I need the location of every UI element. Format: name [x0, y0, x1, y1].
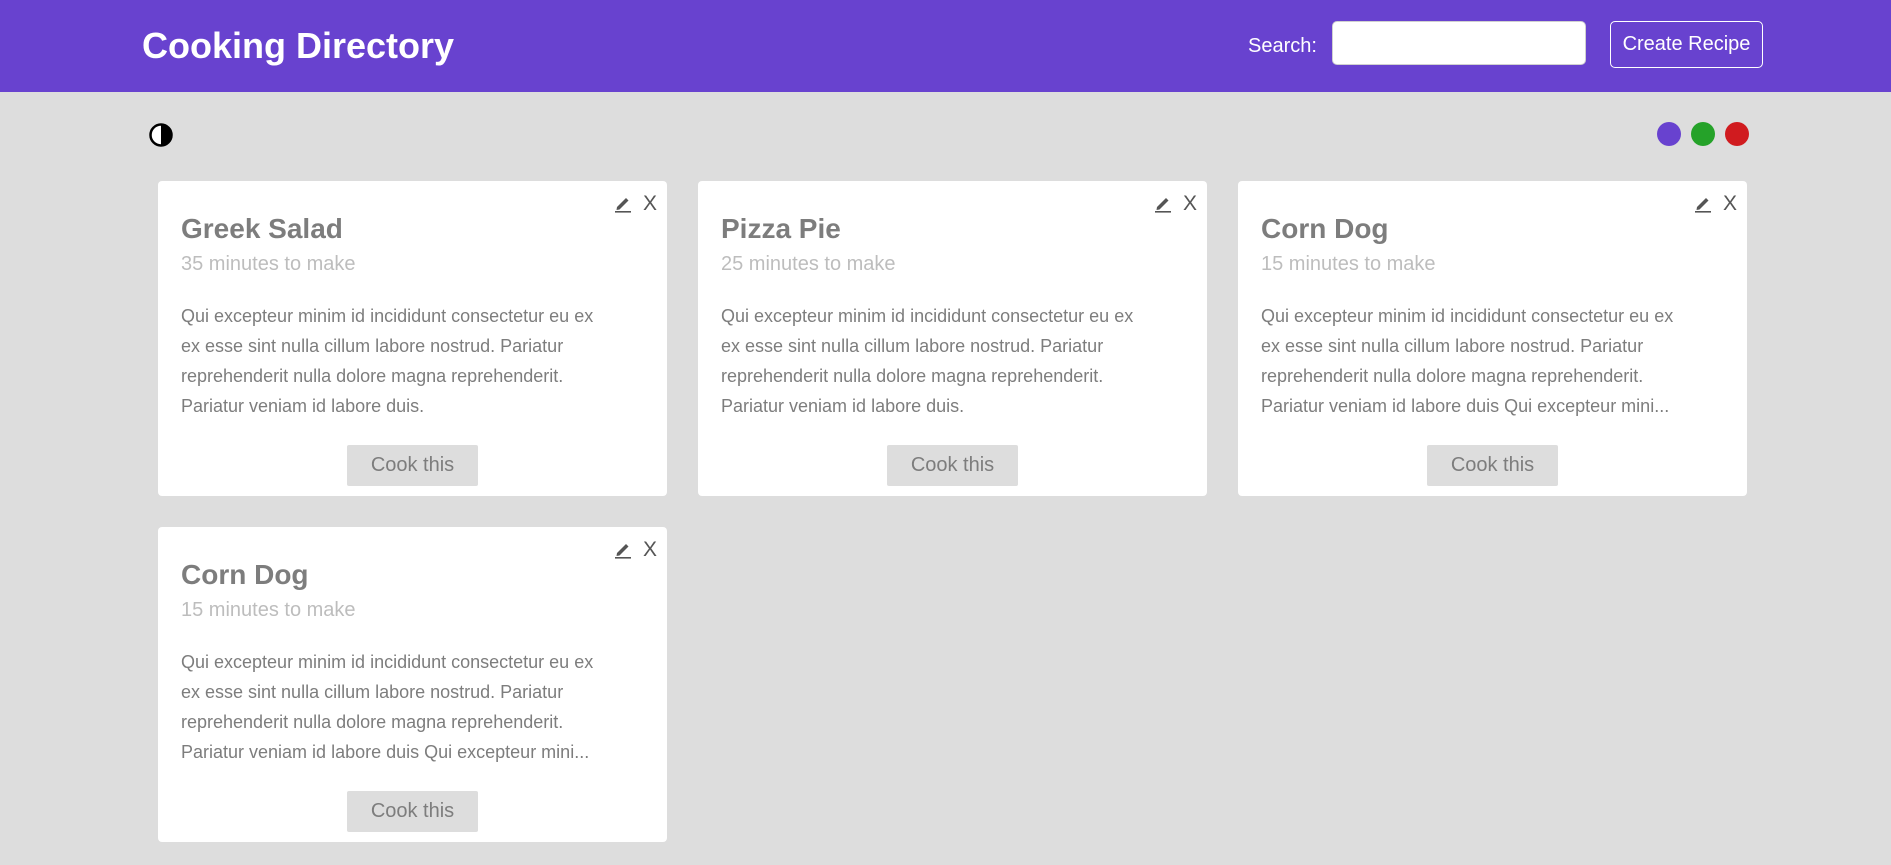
- create-recipe-button[interactable]: Create Recipe: [1610, 21, 1763, 68]
- recipe-time: 15 minutes to make: [181, 599, 356, 621]
- close-icon[interactable]: X: [1721, 191, 1739, 217]
- recipe-card: X Corn Dog 15 minutes to make Qui except…: [1238, 181, 1747, 496]
- recipe-time: 25 minutes to make: [721, 253, 896, 275]
- search-label: Search:: [1248, 35, 1317, 57]
- app-title: Cooking Directory: [142, 25, 455, 66]
- recipe-description-line: Qui excepteur minim id incididunt consec…: [181, 306, 594, 326]
- color-swatch-purple[interactable]: [1657, 122, 1681, 146]
- recipe-title: Pizza Pie: [721, 213, 841, 244]
- recipe-description-line: Pariatur veniam id labore duis.: [721, 396, 965, 416]
- recipe-description-line: Qui excepteur minim id incididunt consec…: [1261, 306, 1674, 326]
- recipe-description-line: reprehenderit nulla dolore magna reprehe…: [181, 366, 564, 386]
- recipe-description-line: Pariatur veniam id labore duis.: [181, 396, 425, 416]
- recipe-description: Qui excepteur minim id incididunt consec…: [1261, 301, 1731, 421]
- recipe-card: X Corn Dog 15 minutes to make Qui except…: [158, 527, 667, 842]
- recipe-title: Corn Dog: [1261, 213, 1389, 244]
- recipe-card: X Greek Salad 35 minutes to make Qui exc…: [158, 181, 667, 496]
- header-bar: Cooking Directory Search: Create Recipe: [0, 0, 1891, 92]
- color-swatch-green[interactable]: [1691, 122, 1715, 146]
- recipe-description-line: reprehenderit nulla dolore magna reprehe…: [721, 366, 1104, 386]
- close-icon[interactable]: X: [1181, 191, 1199, 217]
- cook-this-button[interactable]: Cook this: [1427, 445, 1558, 486]
- recipe-description-line: Qui excepteur minim id incididunt consec…: [721, 306, 1134, 326]
- recipe-time: 35 minutes to make: [181, 253, 356, 275]
- recipe-card: X Pizza Pie 25 minutes to make Qui excep…: [698, 181, 1207, 496]
- recipe-description-line: reprehenderit nulla dolore magna reprehe…: [181, 712, 564, 732]
- recipe-description-line: ex esse sint nulla cillum labore nostrud…: [1261, 336, 1644, 356]
- pencil-icon[interactable]: [1153, 193, 1173, 213]
- recipe-title: Greek Salad: [181, 213, 343, 244]
- recipe-time: 15 minutes to make: [1261, 253, 1436, 275]
- pencil-icon[interactable]: [1693, 193, 1713, 213]
- color-swatch-red[interactable]: [1725, 122, 1749, 146]
- cook-this-button[interactable]: Cook this: [887, 445, 1018, 486]
- close-icon[interactable]: X: [641, 537, 659, 563]
- pencil-icon[interactable]: [613, 539, 633, 559]
- search-input[interactable]: [1332, 21, 1586, 65]
- recipe-description-line: reprehenderit nulla dolore magna reprehe…: [1261, 366, 1644, 386]
- recipe-description-line: ex esse sint nulla cillum labore nostrud…: [181, 682, 564, 702]
- cook-this-button[interactable]: Cook this: [347, 445, 478, 486]
- recipe-description-line: Pariatur veniam id labore duis Qui excep…: [181, 742, 590, 762]
- cook-this-button[interactable]: Cook this: [347, 791, 478, 832]
- close-icon[interactable]: X: [641, 191, 659, 217]
- recipe-description-line: Qui excepteur minim id incididunt consec…: [181, 652, 594, 672]
- recipe-description-line: ex esse sint nulla cillum labore nostrud…: [181, 336, 564, 356]
- recipe-description: Qui excepteur minim id incididunt consec…: [181, 647, 651, 767]
- theme-toggle-icon[interactable]: [149, 123, 173, 147]
- recipe-description-line: ex esse sint nulla cillum labore nostrud…: [721, 336, 1104, 356]
- pencil-icon[interactable]: [613, 193, 633, 213]
- recipe-description: Qui excepteur minim id incididunt consec…: [721, 301, 1191, 421]
- recipe-description-line: Pariatur veniam id labore duis Qui excep…: [1261, 396, 1670, 416]
- recipe-description: Qui excepteur minim id incididunt consec…: [181, 301, 651, 421]
- recipe-title: Corn Dog: [181, 559, 309, 590]
